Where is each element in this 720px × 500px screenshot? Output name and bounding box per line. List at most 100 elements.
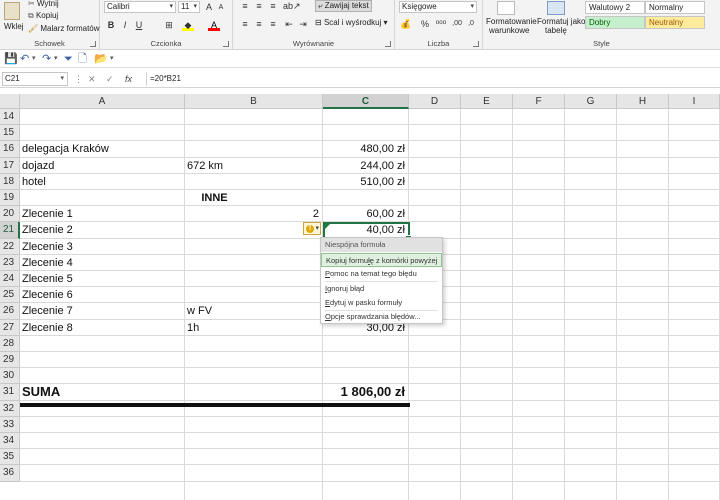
align-left-icon[interactable]: ≡ — [239, 18, 251, 30]
cell-c30[interactable] — [325, 368, 405, 384]
cell-a22[interactable]: Zlecenie 3 — [22, 239, 183, 255]
row-header-23[interactable]: 23 — [0, 254, 20, 271]
cell-a15[interactable] — [22, 125, 183, 141]
paste-icon[interactable] — [4, 2, 20, 20]
cell-c15[interactable] — [325, 125, 405, 141]
cancel-icon[interactable]: ✕ — [88, 72, 96, 86]
underline-icon[interactable]: U — [134, 19, 144, 31]
cell-a21[interactable]: Zlecenie 2 — [22, 222, 183, 238]
menu-item-help-on-error[interactable]: Pomoc na temat tego błędu — [321, 267, 442, 281]
formula-input[interactable]: =20*B21 — [146, 72, 716, 86]
cell-c31[interactable]: 1 806,00 zł — [325, 384, 405, 400]
menu-item-ignore-error[interactable]: Ignoruj błąd — [321, 282, 442, 296]
number-format-select[interactable]: Księgowe — [399, 1, 477, 13]
align-middle-icon[interactable]: ≡ — [253, 0, 265, 12]
column-header-f[interactable]: F — [513, 94, 565, 109]
accounting-icon[interactable]: 💰 — [399, 18, 413, 30]
format-painter-button[interactable]: 🖌 Malarz formatów — [28, 24, 100, 33]
shrink-font-icon[interactable]: A — [216, 2, 226, 14]
align-center-icon[interactable]: ≡ — [253, 18, 265, 30]
insert-function-icon[interactable]: fx — [125, 72, 132, 86]
open-folder-icon[interactable]: 📂 — [94, 52, 108, 66]
cell-a26[interactable]: Zlecenie 7 — [22, 303, 183, 319]
row-header-21[interactable]: 21 — [0, 222, 20, 239]
font-launcher-icon[interactable] — [223, 41, 229, 47]
number-launcher-icon[interactable] — [473, 41, 479, 47]
font-name-select[interactable]: Calibri — [104, 1, 176, 13]
new-file-icon[interactable]: 🗋 — [78, 52, 87, 66]
borders-icon[interactable]: ⊞ — [162, 19, 176, 31]
column-header-a[interactable]: A — [20, 94, 185, 109]
column-header-e[interactable]: E — [461, 94, 513, 109]
decrease-decimal-icon[interactable]: ,0 — [465, 18, 477, 30]
clipboard-launcher-icon[interactable] — [90, 41, 96, 47]
conditional-formatting-label[interactable]: Formatowanie — [486, 17, 537, 26]
cell-a25[interactable]: Zlecenie 6 — [22, 287, 183, 303]
cell-b34[interactable] — [187, 433, 321, 449]
row-header-19[interactable]: 19 — [0, 190, 20, 207]
cell-b30[interactable] — [187, 368, 321, 384]
row-header-16[interactable]: 16 — [0, 141, 20, 158]
menu-item-copy-formula-from-above[interactable]: Kopiuj formułę z komórki powyżej — [321, 253, 442, 267]
paste-button[interactable]: Wklej — [4, 22, 24, 31]
cell-c35[interactable] — [325, 449, 405, 465]
cell-a20[interactable]: Zlecenie 1 — [22, 206, 183, 222]
row-header-14[interactable]: 14 — [0, 109, 20, 126]
align-bottom-icon[interactable]: ≡ — [267, 0, 279, 12]
row-header-17[interactable]: 17 — [0, 157, 20, 174]
row-header-29[interactable]: 29 — [0, 352, 20, 369]
style-good[interactable]: Dobry — [585, 16, 645, 29]
row-header-33[interactable]: 33 — [0, 416, 20, 433]
grow-font-icon[interactable]: A — [204, 1, 214, 13]
row-header-32[interactable]: 32 — [0, 400, 20, 417]
merge-center-button[interactable]: ⊟ Scal i wyśrodkuj ▾ — [315, 18, 388, 27]
cell-c29[interactable] — [325, 352, 405, 368]
cell-c17[interactable]: 244,00 zł — [325, 158, 405, 174]
increase-decimal-icon[interactable]: ,00 — [451, 18, 463, 30]
font-color-icon[interactable]: A — [208, 19, 220, 31]
row-header-25[interactable]: 25 — [0, 287, 20, 304]
column-header-h[interactable]: H — [617, 94, 669, 109]
row-header-35[interactable]: 35 — [0, 449, 20, 466]
copy-button[interactable]: ⧉ Kopiuj — [28, 11, 58, 21]
comma-style-icon[interactable]: ⁰⁰⁰ — [435, 18, 447, 30]
align-right-icon[interactable]: ≡ — [267, 18, 279, 30]
cell-b21[interactable] — [187, 222, 321, 238]
cell-a31[interactable]: SUMA — [22, 384, 183, 400]
save-icon[interactable]: 💾 — [4, 52, 18, 66]
redo-icon[interactable]: ↷ — [42, 52, 51, 66]
cell-b36[interactable] — [187, 465, 321, 481]
format-as-table-icon[interactable] — [547, 1, 565, 15]
cell-b22[interactable] — [187, 239, 321, 255]
cell-b20[interactable]: 2 — [187, 206, 319, 222]
style-normal[interactable]: Normalny — [645, 1, 705, 14]
cell-a17[interactable]: dojazd — [22, 158, 183, 174]
increase-indent-icon[interactable]: ⇥ — [297, 18, 309, 30]
decrease-indent-icon[interactable]: ⇤ — [283, 18, 295, 30]
style-neutral[interactable]: Neutralny — [645, 16, 705, 29]
cell-a14[interactable] — [22, 109, 183, 125]
row-header-28[interactable]: 28 — [0, 335, 20, 352]
cell-a33[interactable] — [22, 417, 183, 433]
menu-item-error-checking-options[interactable]: Opcje sprawdzania błędów... — [321, 310, 442, 324]
cell-b23[interactable] — [187, 255, 321, 271]
orientation-icon[interactable]: ab↗ — [283, 0, 301, 12]
cell-b16[interactable] — [187, 141, 321, 157]
cell-b14[interactable] — [187, 109, 321, 125]
cell-b31[interactable] — [187, 384, 321, 400]
cell-b28[interactable] — [187, 336, 321, 352]
font-size-select[interactable]: 11 — [178, 1, 200, 13]
cell-a23[interactable]: Zlecenie 4 — [22, 255, 183, 271]
column-header-i[interactable]: I — [669, 94, 720, 109]
cell-b33[interactable] — [187, 417, 321, 433]
row-header-31[interactable]: 31 — [0, 384, 20, 401]
percent-icon[interactable]: % — [419, 18, 431, 30]
row-header-36[interactable]: 36 — [0, 465, 20, 482]
row-header-18[interactable]: 18 — [0, 173, 20, 190]
cell-c34[interactable] — [325, 433, 405, 449]
cell-b25[interactable] — [187, 287, 321, 303]
undo-dropdown-icon[interactable]: ▾ — [32, 52, 36, 66]
row-header-34[interactable]: 34 — [0, 433, 20, 450]
cell-a30[interactable] — [22, 368, 183, 384]
filter-icon[interactable]: ⏷ — [64, 52, 73, 66]
